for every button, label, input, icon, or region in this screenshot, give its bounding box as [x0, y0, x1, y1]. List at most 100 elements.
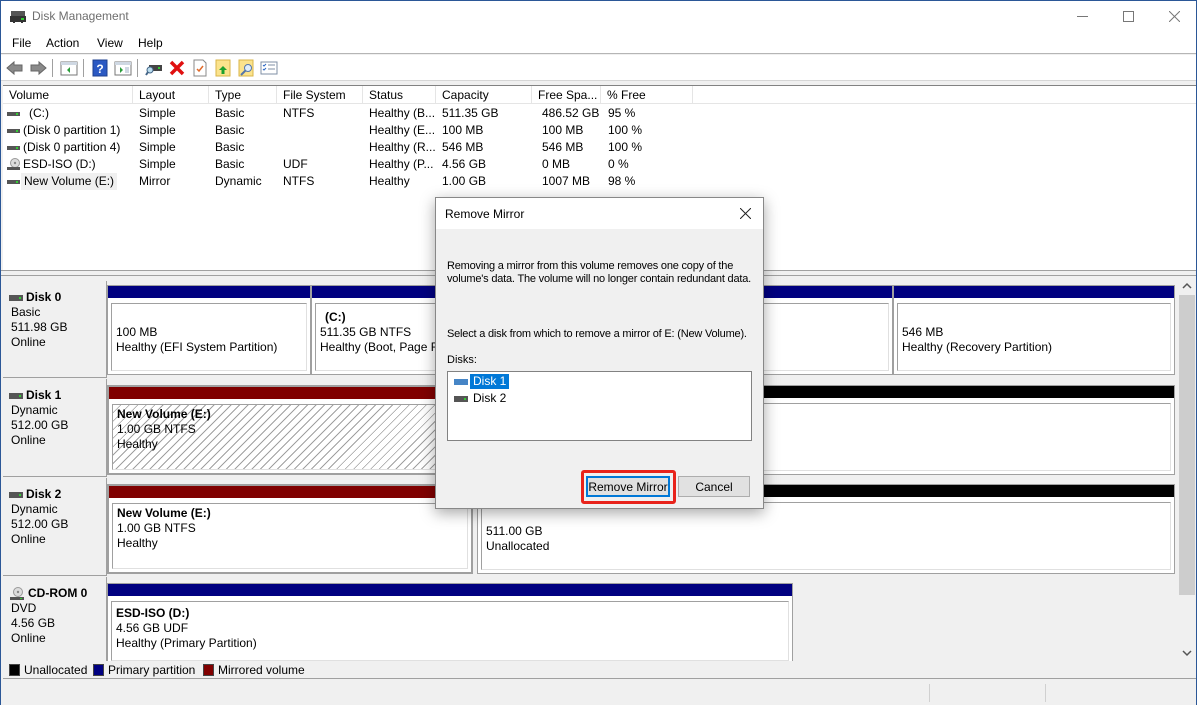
partition[interactable]: ESD-ISO (D:) 4.56 GB UDF Healthy (Primar… — [107, 583, 793, 662]
cell-capacity: 546 MB — [442, 140, 484, 154]
remove-mirror-button[interactable]: Remove Mirror — [586, 476, 670, 497]
cdrom-icon — [7, 158, 20, 170]
status-bar — [1, 681, 1196, 705]
cell-type: Basic — [215, 123, 245, 137]
menu-file[interactable]: File — [12, 36, 31, 50]
volume-list-row[interactable]: New Volume (E:) Mirror Dynamic NTFS Healthy 1… — [3, 173, 1196, 190]
title-bar: Disk Management — [1, 1, 1196, 32]
disk-label[interactable]: Disk 1 Dynamic 512.00 GB Online — [3, 379, 107, 477]
disk-icon — [7, 112, 20, 116]
volume-list-row[interactable]: (Disk 0 partition 1) Simple Basic Healthy (… — [3, 122, 1196, 139]
cell-pct: 100 % — [608, 123, 643, 137]
open-folder-icon[interactable] — [214, 59, 232, 77]
column-header-file-system[interactable]: File System — [277, 86, 363, 104]
settings-list-icon[interactable] — [260, 59, 278, 77]
cell-capacity: 100 MB — [442, 123, 484, 137]
cell-free: 100 MB — [542, 123, 584, 137]
disk-label[interactable]: CD-ROM 0 DVD 4.56 GB Online — [3, 577, 107, 662]
column-header-volume[interactable]: Volume — [3, 86, 133, 104]
disk-state: Online — [11, 433, 46, 447]
partition-size: 1.00 GB NTFS — [117, 521, 196, 535]
svg-text:?: ? — [96, 62, 103, 76]
volume-list-row[interactable]: ESD-ISO (D:) Simple Basic UDF Healthy (P... 4… — [3, 156, 1196, 173]
connect-disk-icon[interactable] — [145, 59, 163, 77]
show-hide-console-tree-icon[interactable] — [60, 59, 78, 77]
dialog-close-button[interactable] — [733, 202, 757, 224]
help-icon[interactable]: ? — [91, 59, 109, 77]
cell-layout: Simple — [139, 140, 176, 154]
disk-icon — [9, 392, 23, 399]
cell-capacity: 511.35 GB — [442, 106, 499, 120]
scroll-up-icon[interactable] — [1182, 282, 1192, 289]
dialog-prompt: Select a disk from which to remove a mir… — [447, 328, 747, 340]
dialog-title-bar: Remove Mirror — [436, 198, 763, 229]
maximize-button[interactable] — [1105, 1, 1151, 32]
legend-item-unallocated: Unallocated — [9, 663, 87, 677]
partition-selected[interactable]: New Volume (E:) 1.00 GB NTFS Healthy — [107, 385, 473, 475]
cell-status: Healthy (B... — [369, 106, 436, 120]
disk-row: CD-ROM 0 DVD 4.56 GB Online ESD-ISO (D:)… — [3, 577, 1178, 662]
cell-fs: UDF — [283, 157, 308, 171]
partition-status: Unallocated — [486, 539, 550, 553]
cell-type: Basic — [215, 140, 245, 154]
cell-layout: Simple — [139, 157, 176, 171]
disk-size: 4.56 GB — [11, 616, 56, 630]
volume-list-row[interactable]: (Disk 0 partition 4) Simple Basic Healthy (… — [3, 139, 1196, 156]
cell-free: 486.52 GB — [542, 106, 600, 120]
volume-list-header: Volume Layout Type File System Status Ca… — [3, 86, 1196, 104]
partition-size: 511.00 GB — [486, 524, 543, 538]
disk-list-item-disk-1[interactable]: Disk 1 — [454, 374, 510, 389]
column-header-type[interactable]: Type — [209, 86, 277, 104]
menu-view[interactable]: View — [97, 36, 123, 50]
cell-volume: (Disk 0 partition 1) — [23, 123, 121, 137]
disks-listbox[interactable]: Disk 1 Disk 2 — [447, 371, 752, 441]
disk-type: Dynamic — [11, 403, 58, 417]
disk-size: 512.00 GB — [11, 418, 69, 432]
disk-size: 512.00 GB — [11, 517, 69, 531]
disk-label[interactable]: Disk 0 Basic 511.98 GB Online — [3, 281, 107, 378]
column-header-free-space[interactable]: Free Spa... — [532, 86, 601, 104]
partition[interactable]: New Volume (E:) 1.00 GB NTFS Healthy — [107, 484, 473, 574]
cell-capacity: 4.56 GB — [442, 157, 487, 171]
disk-icon — [454, 395, 468, 402]
disk-state: Online — [11, 532, 46, 546]
minimize-button[interactable] — [1059, 1, 1105, 32]
disk-icon — [9, 294, 23, 301]
column-header-percent-free[interactable]: % Free — [601, 86, 693, 104]
cell-free: 0 MB — [542, 157, 571, 171]
close-button[interactable] — [1151, 1, 1197, 32]
partition-status: Healthy (Recovery Partition) — [902, 340, 1053, 354]
cell-fs: NTFS — [283, 174, 315, 188]
scrollbar-thumb[interactable] — [1179, 295, 1195, 595]
properties-icon[interactable] — [191, 59, 209, 77]
vertical-scrollbar[interactable] — [1178, 277, 1196, 662]
partition-status: Healthy (EFI System Partition) — [116, 340, 278, 354]
back-icon[interactable] — [6, 59, 24, 77]
disk-state: Online — [11, 631, 46, 645]
menu-help[interactable]: Help — [138, 36, 163, 50]
explore-icon[interactable] — [237, 59, 255, 77]
disk-state: Online — [11, 335, 46, 349]
disk-list-item-disk-2[interactable]: Disk 2 — [454, 391, 509, 406]
partition[interactable]: 100 MB Healthy (EFI System Partition) — [107, 285, 311, 375]
cell-type: Basic — [215, 106, 245, 120]
disk-management-icon — [10, 11, 26, 23]
cell-type: Dynamic — [215, 174, 262, 188]
partition-size: 100 MB — [116, 325, 158, 339]
legend-item-mirrored-volume: Mirrored volume — [203, 663, 305, 677]
volume-list-row[interactable]: (C:) Simple Basic NTFS Healthy (B... 511.35 G… — [3, 105, 1196, 122]
show-hide-action-pane-icon[interactable] — [114, 59, 132, 77]
column-header-layout[interactable]: Layout — [133, 86, 209, 104]
scroll-down-icon[interactable] — [1182, 650, 1192, 657]
forward-icon[interactable] — [29, 59, 47, 77]
delete-icon[interactable] — [168, 59, 186, 77]
partition-status: Healthy — [117, 437, 158, 451]
partition[interactable]: 546 MB Healthy (Recovery Partition) — [893, 285, 1175, 375]
cell-pct: 100 % — [608, 140, 643, 154]
column-header-capacity[interactable]: Capacity — [436, 86, 532, 104]
column-header-status[interactable]: Status — [363, 86, 436, 104]
cell-layout: Simple — [139, 106, 176, 120]
cancel-button[interactable]: Cancel — [678, 476, 750, 497]
menu-action[interactable]: Action — [46, 36, 79, 50]
disk-label[interactable]: Disk 2 Dynamic 512.00 GB Online — [3, 478, 107, 576]
